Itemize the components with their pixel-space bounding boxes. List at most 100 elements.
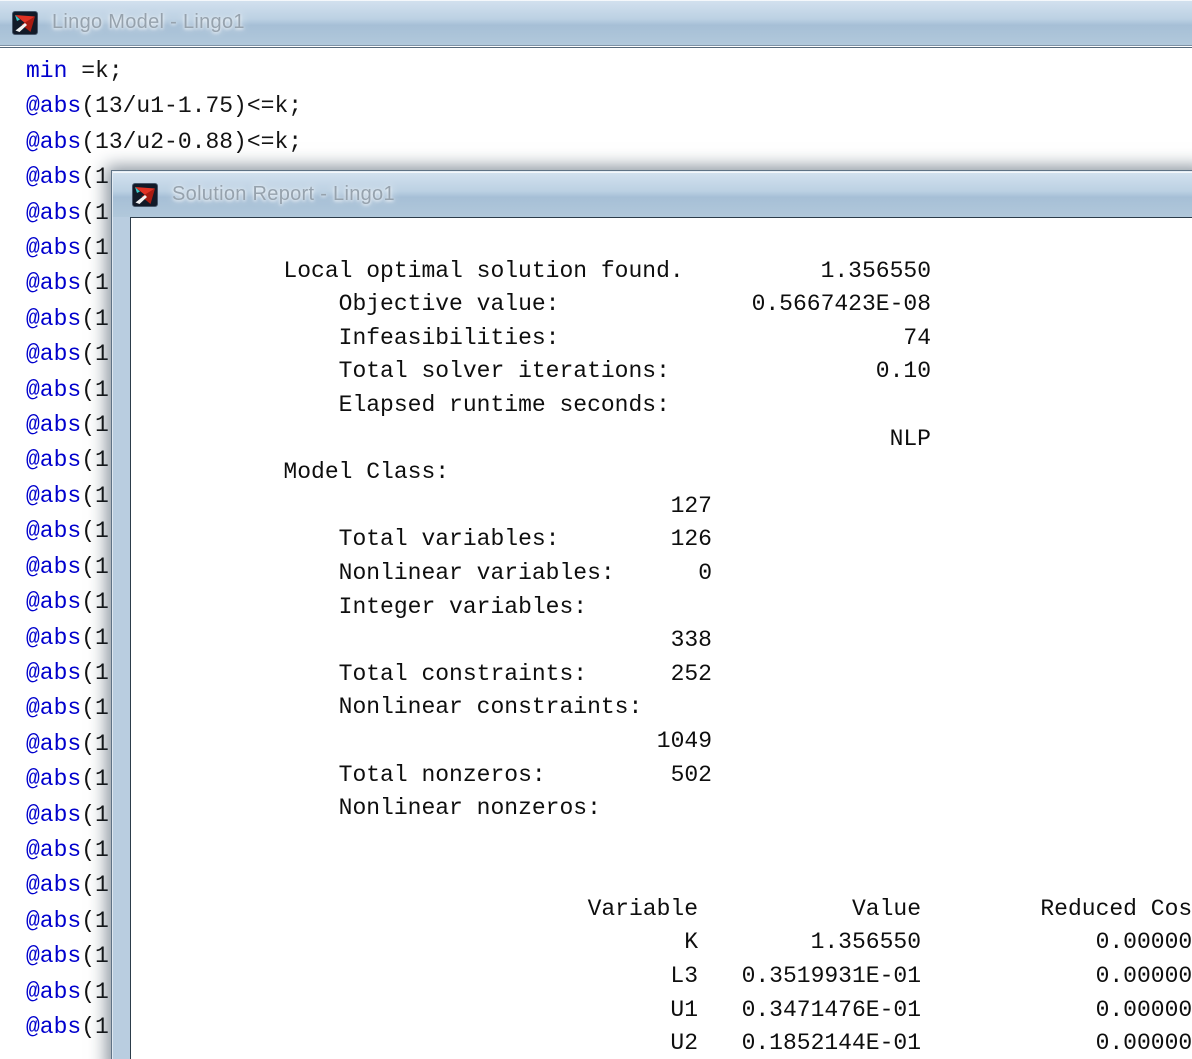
code-keyword: @abs — [26, 907, 82, 934]
table-row: U2 0.1852144E-01 0.000000 — [131, 1027, 1192, 1059]
code-text: (1 — [81, 235, 109, 262]
code-text: (1 — [81, 341, 109, 368]
code-keyword: @abs — [26, 518, 82, 545]
code-text: (1 — [81, 412, 109, 439]
stat-row: Total solver iterations: 74 — [131, 322, 1192, 385]
code-keyword: @abs — [26, 93, 82, 120]
code-text: (1 — [81, 305, 109, 332]
lingo-app-icon[interactable] — [131, 181, 159, 209]
report-window-titlebar[interactable]: Solution Report - Lingo1 — [113, 172, 1192, 217]
code-text: (1 — [81, 801, 109, 828]
code-keyword: @abs — [26, 447, 82, 474]
stat-row: Nonlinear nonzeros: 502 — [131, 759, 1192, 822]
code-keyword: @abs — [26, 766, 82, 793]
code-text: (1 — [81, 376, 109, 403]
code-text: (13/u1-1.75)<=k; — [81, 93, 303, 120]
code-keyword: @abs — [26, 872, 82, 899]
nonzero-stats: Total nonzeros: 1049 Nonlinear nonzeros:… — [131, 725, 1192, 822]
model-window-title: Lingo Model - Lingo1 — [52, 11, 245, 33]
code-keyword: @abs — [26, 199, 82, 226]
table-cell-reduced-cost: 0.000000 — [1095, 996, 1192, 1023]
stat-value: 1.356550 — [820, 257, 931, 284]
code-keyword: @abs — [26, 482, 82, 509]
stat-label: Elapsed runtime seconds: — [338, 391, 670, 418]
code-keyword: @abs — [26, 624, 82, 651]
stat-label: Model Class: — [283, 459, 450, 486]
lingo-app-icon[interactable] — [11, 9, 39, 37]
code-text: (1 — [81, 624, 109, 651]
stat-value: 1049 — [656, 727, 712, 754]
code-keyword: @abs — [26, 589, 82, 616]
code-text: (1 — [81, 659, 109, 686]
code-text: (1 — [81, 907, 109, 934]
code-keyword: @abs — [26, 943, 82, 970]
code-text: (1 — [81, 199, 109, 226]
code-keyword: @abs — [26, 730, 82, 757]
code-text: (1 — [81, 447, 109, 474]
code-text: (1 — [81, 518, 109, 545]
status-line: Local optimal solution found. — [131, 221, 1192, 284]
stat-value: 338 — [670, 627, 712, 654]
code-keyword: @abs — [26, 270, 82, 297]
code-keyword: @abs — [26, 1013, 82, 1040]
table-row: U1 0.3471476E-01 0.000000 — [131, 994, 1192, 1028]
code-keyword: @abs — [26, 659, 82, 686]
code-keyword: @abs — [26, 412, 82, 439]
report-content[interactable]: Local optimal solution found. Objective … — [130, 217, 1192, 1059]
stat-label: Nonlinear constraints: — [338, 694, 643, 721]
code-keyword: @abs — [26, 128, 82, 155]
code-text: =k; — [67, 58, 123, 84]
code-keyword: @abs — [26, 695, 82, 722]
stat-value: 502 — [670, 761, 712, 788]
code-keyword: @abs — [26, 978, 82, 1005]
code-text: (1 — [81, 766, 109, 793]
stat-row: Objective value: 1.356550 — [131, 255, 1192, 318]
stat-row: Elapsed runtime seconds: 0.10 — [131, 355, 1192, 418]
code-keyword: @abs — [26, 164, 82, 191]
table-cell-reduced-cost: 0.000000 — [1095, 929, 1192, 956]
code-text: (1 — [81, 482, 109, 509]
solution-report-window: Solution Report - Lingo1 Local optimal s… — [111, 170, 1192, 1059]
stat-row: Total constraints: 338 — [131, 624, 1192, 687]
stat-row: Total variables: 127 — [131, 490, 1192, 553]
stat-row: Nonlinear constraints: 252 — [131, 658, 1192, 721]
model-class-row: Model Class: NLP — [131, 423, 1192, 486]
code-text: (1 — [81, 695, 109, 722]
code-keyword: @abs — [26, 801, 82, 828]
table-header-reduced-cost: Reduced Cost — [1040, 895, 1192, 922]
summary-stats: Objective value: 1.356550 Infeasibilitie… — [131, 255, 1192, 418]
variable-stats: Total variables: 127 Nonlinear variables… — [131, 490, 1192, 620]
stat-row: Nonlinear variables: 126 — [131, 523, 1192, 586]
code-text: (1 — [81, 589, 109, 616]
code-text: (1 — [81, 943, 109, 970]
code-keyword: @abs — [26, 341, 82, 368]
variable-table: K 1.356550 0.000000 L3 0.3519931E-01 0.0… — [131, 926, 1192, 1059]
code-text: (1 — [81, 270, 109, 297]
table-cell-reduced-cost: 0.000000 — [1095, 963, 1192, 990]
code-text: (1 — [81, 978, 109, 1005]
table-row: K 1.356550 0.000000 — [131, 926, 1192, 960]
table-row: L3 0.3519931E-01 0.000000 — [131, 960, 1192, 994]
model-window-titlebar[interactable]: Lingo Model - Lingo1 — [0, 0, 1192, 46]
stat-label: Nonlinear nonzeros: — [338, 795, 601, 822]
stat-row: Integer variables: 0 — [131, 557, 1192, 620]
stat-value: 252 — [670, 660, 712, 687]
stat-value: 0.5667423E-08 — [751, 291, 931, 318]
stat-value: 126 — [670, 526, 712, 553]
code-text: (13/u2-0.88)<=k; — [81, 128, 303, 155]
code-keyword: @abs — [26, 836, 82, 863]
table-header-row: Variable Value Reduced Cost — [131, 893, 1192, 927]
table-cell-reduced-cost: 0.000000 — [1095, 1030, 1192, 1057]
stat-value: 74 — [903, 324, 931, 351]
stat-label: Integer variables: — [338, 593, 588, 620]
code-text: (1 — [81, 730, 109, 757]
code-line: min =k; — [26, 54, 1192, 89]
code-keyword: @abs — [26, 553, 82, 580]
code-text: (1 — [81, 836, 109, 863]
code-keyword: @abs — [26, 305, 82, 332]
stat-value: NLP — [889, 425, 931, 452]
code-text: (1 — [81, 553, 109, 580]
code-keyword: @abs — [26, 376, 82, 403]
code-keyword: @abs — [26, 235, 82, 262]
code-line: @abs(13/u1-1.75)<=k; — [26, 89, 1192, 124]
